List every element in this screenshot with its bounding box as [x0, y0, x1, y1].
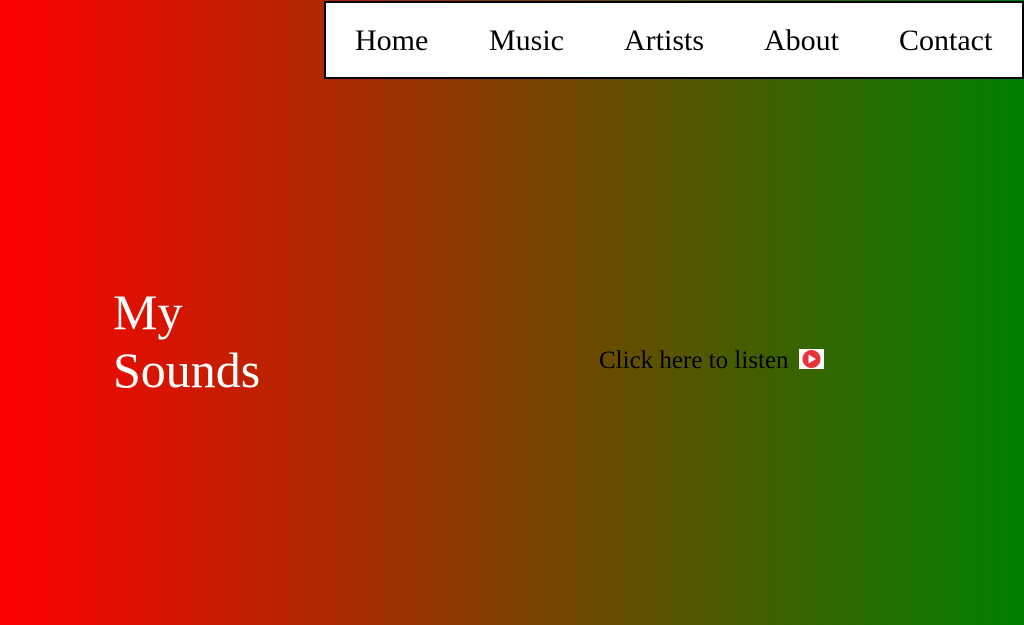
page-title-line-2: Sounds — [113, 342, 261, 398]
nav-link-home[interactable]: Home — [355, 23, 428, 59]
nav-link-music[interactable]: Music — [489, 23, 564, 59]
nav-link-artists[interactable]: Artists — [624, 23, 704, 59]
listen-link[interactable]: Click here to listen — [599, 346, 824, 376]
main-navigation: Home Music Artists About Contact — [324, 1, 1024, 79]
listen-label: Click here to listen — [599, 347, 789, 374]
page-title-line-1: My — [113, 284, 183, 340]
nav-link-contact[interactable]: Contact — [899, 23, 992, 59]
nav-link-about[interactable]: About — [764, 23, 839, 59]
page-title: My Sounds — [113, 283, 293, 399]
play-icon[interactable] — [798, 349, 824, 370]
